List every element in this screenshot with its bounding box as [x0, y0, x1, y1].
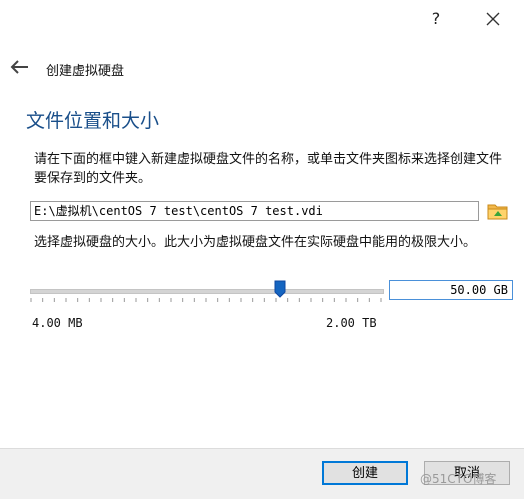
help-button[interactable]: ?: [424, 6, 448, 32]
section-title: 文件位置和大小: [26, 110, 160, 132]
wizard-header: 创建虚拟硬盘: [0, 52, 524, 82]
slider-thumb[interactable]: [274, 280, 286, 298]
file-path-input[interactable]: E:\虚拟机\centOS 7 test\centOS 7 test.vdi: [30, 201, 479, 221]
back-button[interactable]: [8, 58, 32, 76]
size-description: 选择虚拟硬盘的大小。此大小为虚拟硬盘文件在实际硬盘中能用的极限大小。: [34, 235, 477, 250]
close-button[interactable]: [478, 6, 508, 32]
title-bar: ?: [0, 0, 524, 40]
size-input[interactable]: 50.00 GB: [389, 280, 513, 300]
arrow-left-icon: [10, 60, 28, 74]
slider-min-label: 4.00 MB: [32, 316, 83, 330]
slider-max-label: 2.00 TB: [326, 316, 377, 330]
slider-ticks: [30, 298, 382, 302]
location-description: 请在下面的框中键入新建虚拟硬盘文件的名称，或单击文件夹图标来选择创建文件要保存到…: [34, 152, 503, 186]
folder-icon: [487, 204, 508, 220]
size-slider[interactable]: [30, 278, 384, 308]
create-button[interactable]: 创建: [322, 461, 408, 485]
watermark: @51CTO博客: [420, 472, 497, 486]
wizard-title: 创建虚拟硬盘: [46, 64, 125, 79]
close-icon: [486, 12, 500, 26]
choose-folder-button[interactable]: [486, 200, 510, 222]
